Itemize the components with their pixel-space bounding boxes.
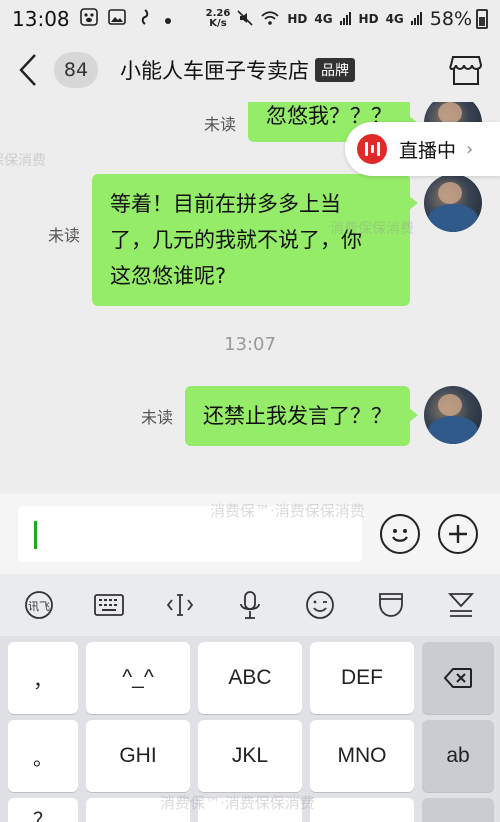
key-question[interactable]: ？	[8, 798, 78, 822]
voice-input-button[interactable]	[228, 583, 272, 627]
unread-count-badge[interactable]: 84	[54, 52, 98, 88]
key-abc[interactable]: ABC	[198, 642, 302, 714]
message-row: 未读 等着！目前在拼多多上当 了，几元的我就不说了，你 这忽悠谁呢?	[48, 174, 482, 306]
status-time: 13:08	[12, 7, 70, 31]
wifi-icon	[260, 10, 280, 29]
pinwheel-icon	[136, 8, 154, 30]
clipboard-button[interactable]	[369, 583, 413, 627]
mute-icon	[237, 9, 253, 29]
status-bar: 13:08 2.26 K/s HD 4G HD 4G 58%	[0, 0, 500, 38]
wink-emoji-icon	[306, 591, 335, 619]
watermark: 保保消费	[0, 153, 46, 169]
live-streaming-button[interactable]: 直播中 ›	[345, 122, 500, 176]
keyboard-switch-button[interactable]	[87, 583, 131, 627]
key-shift[interactable]	[422, 798, 494, 822]
back-button[interactable]	[14, 50, 42, 90]
collapse-keyboard-button[interactable]	[439, 583, 483, 627]
brand-badge: 品牌	[315, 58, 355, 82]
unread-label: 未读	[203, 115, 236, 134]
microphone-icon	[240, 591, 260, 619]
battery-indicator: 58%	[430, 8, 488, 30]
add-button[interactable]	[438, 514, 478, 554]
chevron-right-icon: ›	[466, 138, 474, 160]
cursor-move-button[interactable]	[158, 583, 202, 627]
unread-label: 未读	[140, 408, 173, 427]
keyboard: ， 。 ？ ^_^ ABC DEF GHI JKL MNO ab 消费保™·消费…	[0, 636, 500, 822]
message-row: 未读 还禁止我发言了？？	[141, 386, 482, 446]
message-bubble[interactable]: 还禁止我发言了？？	[185, 386, 418, 446]
input-bar: 消费保™·消费保保消费	[0, 494, 500, 574]
store-button[interactable]	[446, 50, 486, 90]
text-cursor-icon	[166, 594, 193, 616]
store-icon	[449, 56, 483, 85]
paw-icon	[79, 8, 98, 30]
key-wxyz[interactable]	[310, 798, 414, 822]
battery-icon	[476, 9, 488, 29]
emoji-panel-button[interactable]	[298, 583, 342, 627]
key-tuv[interactable]	[198, 798, 302, 822]
key-def[interactable]: DEF	[310, 642, 414, 714]
hide-keyboard-icon	[447, 593, 474, 617]
keyboard-icon	[94, 594, 125, 616]
clipboard-icon	[378, 593, 403, 617]
backspace-key[interactable]	[422, 642, 494, 714]
ime-button[interactable]: 讯飞	[17, 583, 61, 627]
status-right: 2.26 K/s HD 4G HD 4G 58%	[206, 8, 488, 30]
chat-header: 84 小能人车匣子专卖店 品牌	[0, 38, 500, 102]
keyboard-toolbar: 讯飞	[0, 574, 500, 636]
key-period[interactable]: 。	[8, 720, 78, 792]
emoji-button[interactable]	[380, 514, 420, 554]
emoji-icon	[392, 529, 408, 542]
text-caret	[34, 521, 37, 549]
key-ab-mode[interactable]: ab	[422, 720, 494, 792]
ime-logo-icon: 讯飞	[25, 591, 54, 619]
image-icon	[107, 8, 126, 30]
key-jkl[interactable]: JKL	[198, 720, 302, 792]
avatar[interactable]	[424, 386, 482, 444]
dot-icon	[164, 10, 172, 29]
svg-text:讯飞: 讯飞	[28, 600, 50, 613]
plus-icon	[449, 525, 467, 543]
message-timestamp: 13:07	[224, 334, 276, 355]
key-pqrs[interactable]	[86, 798, 190, 822]
unread-label: 未读	[47, 226, 80, 245]
avatar[interactable]	[424, 174, 482, 232]
key-ghi[interactable]: GHI	[86, 720, 190, 792]
live-icon	[357, 134, 387, 164]
key-mno[interactable]: MNO	[310, 720, 414, 792]
signal-icon	[339, 11, 352, 28]
live-label: 直播中	[399, 139, 457, 162]
net-speed: 2.26 K/s	[205, 8, 231, 29]
backspace-icon	[443, 668, 472, 688]
signal-icon-2	[410, 11, 423, 28]
page-title: 小能人车匣子专卖店	[120, 59, 309, 83]
message-input[interactable]	[18, 506, 362, 562]
message-bubble[interactable]: 等着！目前在拼多多上当 了，几元的我就不说了，你 这忽悠谁呢?	[92, 174, 418, 306]
key-emoticon[interactable]: ^_^	[86, 642, 190, 714]
key-comma[interactable]: ，	[8, 642, 78, 714]
status-notification-icons	[79, 8, 172, 30]
chevron-left-icon	[19, 54, 36, 86]
